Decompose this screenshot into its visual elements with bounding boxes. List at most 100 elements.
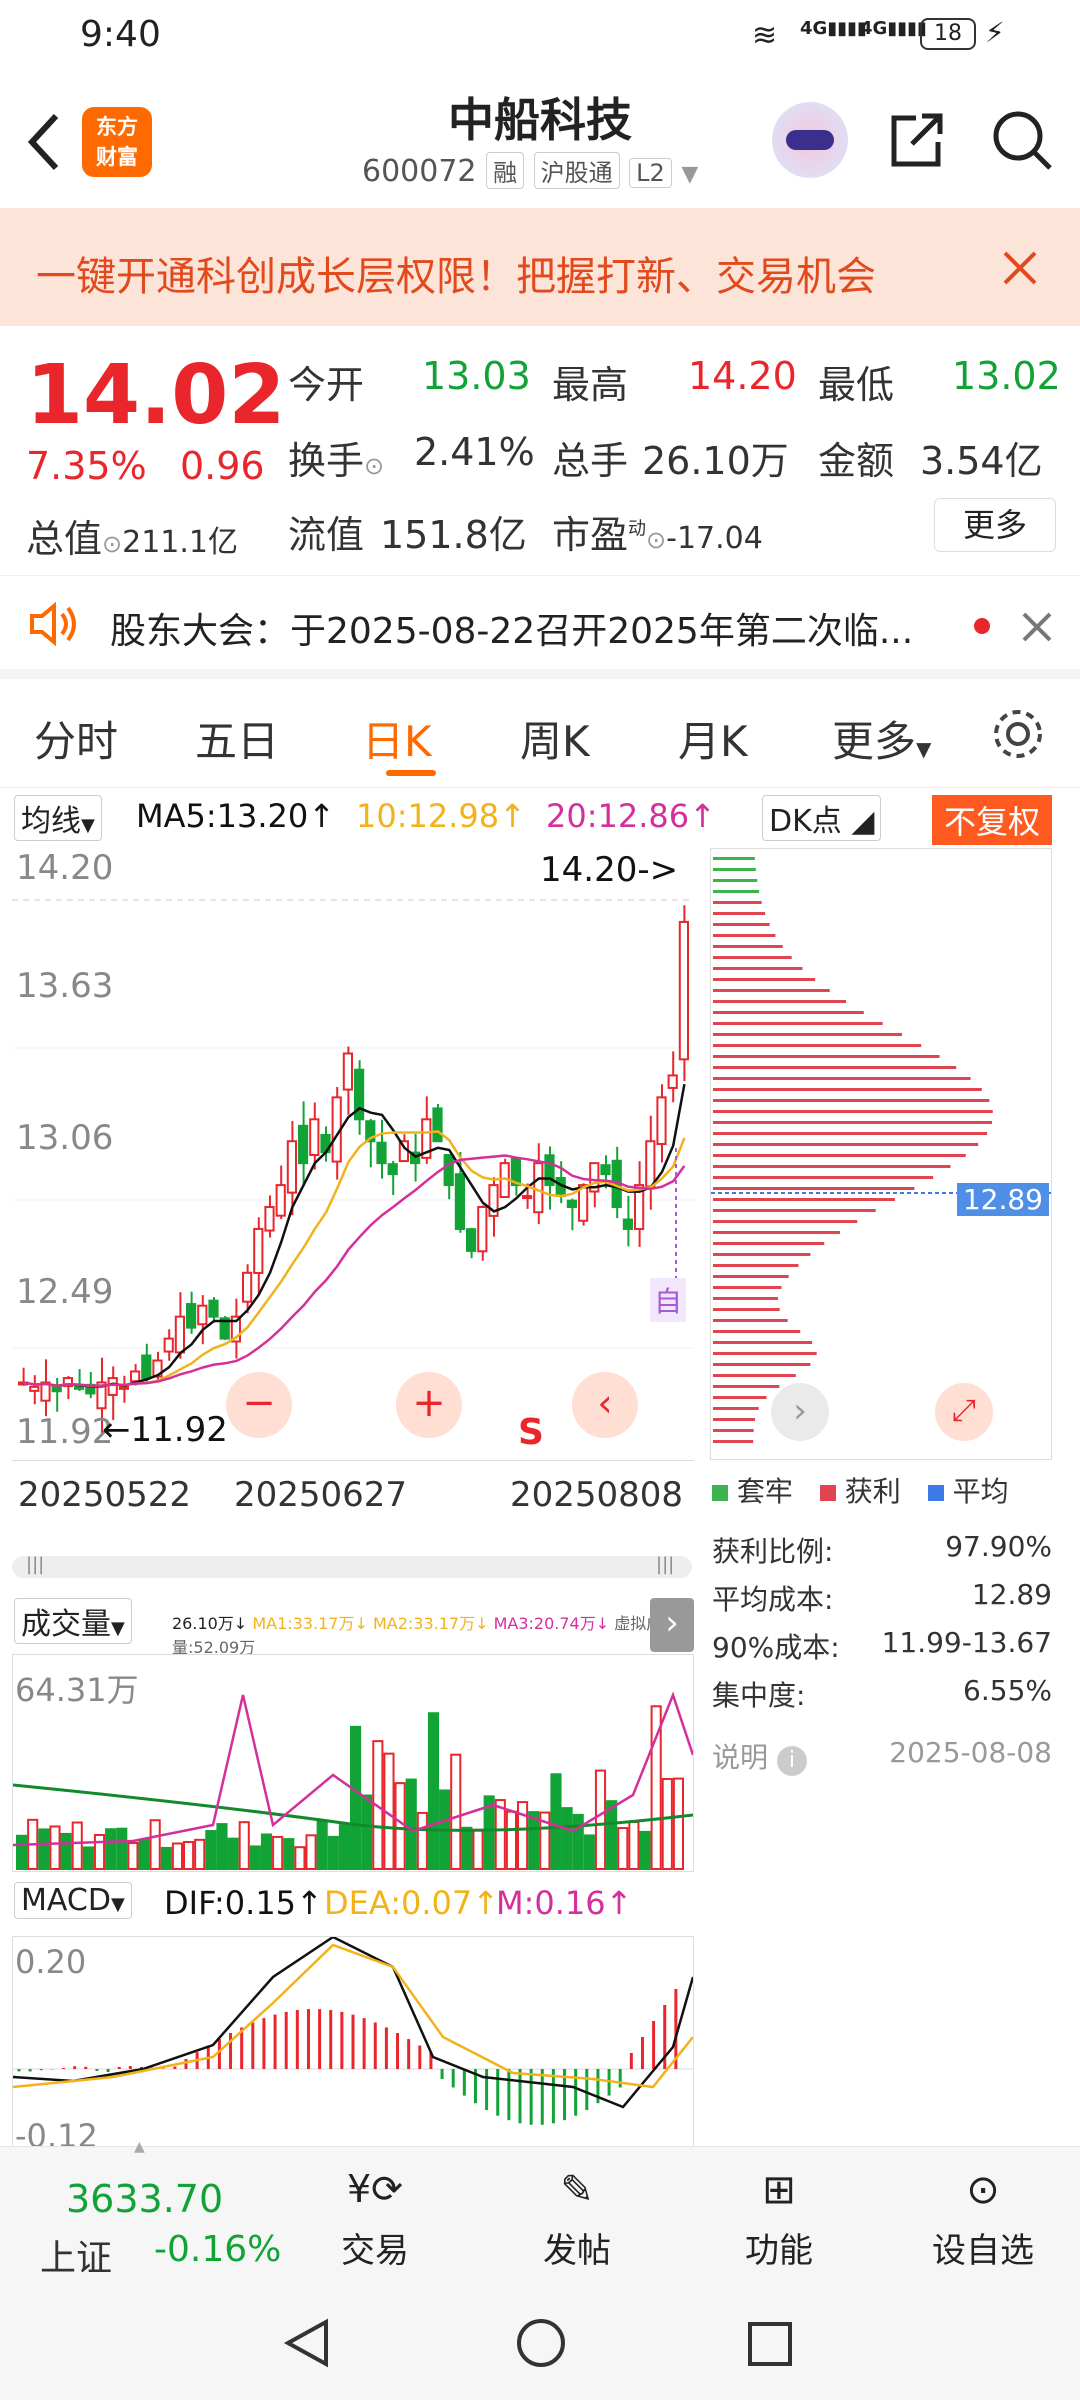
chip-stat-row: 集中度: 6.55% [712,1674,1052,1712]
volume-bar [127,1841,139,1870]
candle [174,1315,186,1354]
price-axis-label: 13.06 [16,1118,114,1158]
volume-bar [561,1807,573,1870]
close-icon[interactable] [1002,250,1038,286]
home-nav-icon[interactable] [514,2316,568,2370]
function-button[interactable]: ⊞ 功能 [724,2167,834,2277]
dk-point-select[interactable]: DK点 ◢ [762,795,882,841]
volume-bar [283,1838,295,1871]
volume-bar [260,1833,273,1870]
connect-tag: 沪股通 [533,152,620,189]
volume-bar [305,1834,317,1871]
macd-select[interactable]: MACD▼ [14,1882,132,1919]
notice-bar[interactable]: 股东大会：于2025-08-22召开2025年第二次临... [0,575,1080,679]
macd-chart[interactable]: 0.20 -0.12 [12,1936,694,2146]
trade-icon: ¥⟳ [346,2167,404,2211]
candle [275,1184,286,1217]
volume-bar [327,1835,339,1870]
chip-bar [713,1396,767,1399]
candle [432,1107,443,1143]
volume-select[interactable]: 成交量▼ [14,1598,132,1644]
volume-bar [272,1835,284,1870]
chip-bar [713,1110,993,1113]
candle [466,1228,477,1252]
index-name[interactable]: 上证 [40,2229,112,2281]
share-icon[interactable] [886,108,948,170]
tab-weekly-k[interactable]: 周K [520,708,590,769]
chip-bar [713,945,783,948]
chip-bar [713,1286,782,1289]
chip-bar [713,901,762,904]
trade-button[interactable]: ¥⟳ 交易 [320,2167,430,2277]
more-button[interactable]: 更多 [934,498,1056,552]
expand-icon[interactable]: ⤢ [935,1383,993,1441]
auto-marker: 自 [650,1278,687,1322]
chip-next-button[interactable]: › [771,1383,829,1441]
chip-bar [713,1253,811,1256]
volume-chart[interactable]: 64.31万 [12,1654,694,1872]
chevron-down-icon: ▼ [681,162,699,187]
zoom-out-button[interactable]: − [226,1372,292,1438]
volume-value: 26.10万 [642,439,789,483]
volume-bar [405,1778,417,1870]
chip-bar [713,956,792,959]
chip-canvas [711,857,1051,1443]
legend-profit: 获利 [819,1475,901,1508]
back-nav-icon[interactable] [282,2318,332,2368]
chip-distribution[interactable]: 12.89 › ⤢ [710,848,1052,1460]
volume-bar [60,1832,72,1870]
chip-note-row[interactable]: 说明 i 2025-08-08 [712,1722,1052,1782]
index-value[interactable]: 3633.70 [66,2177,223,2221]
promo-banner[interactable]: 一键开通科创成长层权限！把握打新、交易机会 [0,208,1080,326]
chip-bar [713,1275,789,1278]
change-pct: 7.35% [26,444,147,488]
chip-bar [713,923,770,926]
assistant-avatar[interactable] [772,102,848,178]
close-icon[interactable] [1022,612,1052,642]
candle [600,1164,611,1176]
chip-bar [713,1011,864,1014]
add-favorite-button[interactable]: ⊙ 设自选 [918,2167,1048,2277]
candle [29,1385,40,1392]
volume-bar [249,1845,261,1871]
settings-gear-icon[interactable] [990,706,1046,762]
tab-monthly-k[interactable]: 月K [678,708,748,769]
scroll-handle-left[interactable]: ||| [26,1554,44,1575]
volume-bar [350,1725,362,1870]
indicator-select[interactable]: 均线▼ [14,795,102,841]
tab-daily-k[interactable]: 日K [362,708,432,769]
chip-bar [713,912,766,915]
tab-intraday[interactable]: 分时 [34,708,118,769]
chip-bar [713,1198,895,1201]
candle [107,1377,118,1396]
candle [197,1304,208,1326]
zoom-in-button[interactable]: + [396,1372,462,1438]
chip-bar [713,1143,979,1146]
volume-max-label: 64.31万 [15,1671,139,1709]
candle [286,1140,297,1194]
range-scrollbar[interactable]: ||| ||| [12,1554,692,1578]
kline-chart[interactable]: 14.20 13.63 13.06 12.49 11.92 14.20-> ←1… [12,848,694,1460]
tab-five-day[interactable]: 五日 [195,708,279,769]
battery-icon: 18 [920,18,976,50]
scroll-left-button[interactable]: ‹ [572,1372,638,1438]
volume-bar [49,1825,61,1871]
volume-bar [171,1842,184,1871]
low-value: 13.02 [952,354,1061,398]
ma20-value: 20:12.86↑ [546,797,716,835]
index-pct[interactable]: -0.16% [154,2229,281,2270]
volume-bar [394,1782,406,1870]
macd-header: MACD▼ DIF:0.15↑ DEA:0.07↑ M:0.16↑ [14,1882,694,1930]
tab-more[interactable]: 更多▼ [832,708,931,769]
scroll-handle-right[interactable]: ||| [656,1554,674,1575]
chip-bar [713,857,755,860]
volume-bar [105,1828,117,1871]
adjust-select[interactable]: 不复权 [932,795,1053,845]
volume-bar [594,1769,607,1870]
post-button[interactable]: ✎ 发帖 [522,2167,632,2277]
search-icon[interactable] [990,108,1054,172]
stock-code-row[interactable]: 600072 融 沪股通 L2 ▼ [362,152,698,189]
volume-bar [194,1838,206,1870]
expand-right-button[interactable]: › [650,1598,694,1652]
recents-nav-icon[interactable] [746,2320,794,2368]
